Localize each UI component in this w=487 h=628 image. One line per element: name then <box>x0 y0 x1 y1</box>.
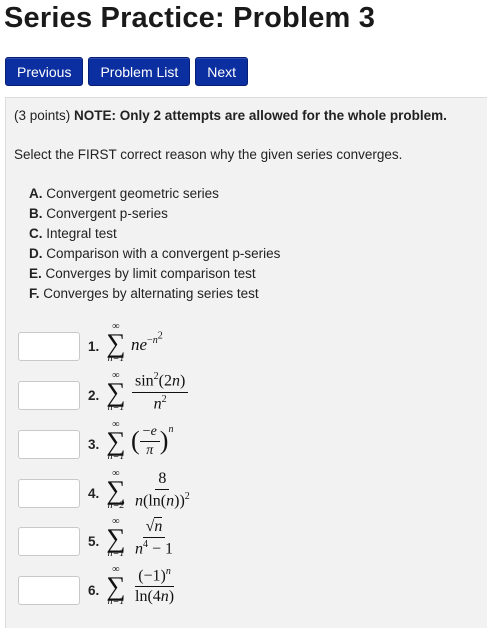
choice-text: Integral test <box>46 226 117 241</box>
series-formula-2: ∞ ∑ n=1 sin2(2n) n2 <box>104 370 189 413</box>
summation-sign: ∞ ∑ n=1 <box>106 370 126 413</box>
reason-choices: A. Convergent geometric series B. Conver… <box>29 186 280 306</box>
choice-text: Convergent p-series <box>46 206 168 221</box>
choice-text: Converges by alternating series test <box>43 286 259 301</box>
choice-f: F. Converges by alternating series test <box>29 286 280 306</box>
choice-d: D. Comparison with a convergent p-series <box>29 246 280 266</box>
answer-input-5[interactable] <box>18 527 80 556</box>
choice-letter: F. <box>29 286 40 301</box>
choice-letter: C. <box>29 226 43 241</box>
instruction-text: Select the FIRST correct reason why the … <box>14 147 403 162</box>
answer-input-1[interactable] <box>18 332 80 361</box>
summation-sign: ∞ ∑ n=1 <box>106 516 126 559</box>
series-formula-5: ∞ ∑ n=1 √n n4 − 1 <box>104 517 176 559</box>
series-formula-4: ∞ ∑ n=2 8 n(ln(n))2 <box>104 469 193 511</box>
series-number-3: 3. <box>88 437 100 452</box>
previous-button[interactable]: Previous <box>5 57 84 86</box>
choice-letter: A. <box>29 186 43 201</box>
answer-input-3[interactable] <box>18 430 80 459</box>
choice-text: Comparison with a convergent p-series <box>46 246 281 261</box>
choice-letter: E. <box>29 266 42 281</box>
choice-text: Convergent geometric series <box>46 186 219 201</box>
choice-letter: D. <box>29 246 43 261</box>
attempts-note: NOTE: Only 2 attempts are allowed for th… <box>74 108 447 123</box>
summation-sign: ∞ ∑ n=1 <box>106 419 126 462</box>
summation-sign: ∞ ∑ n=1 <box>106 321 126 364</box>
choice-letter: B. <box>29 206 43 221</box>
choice-a: A. Convergent geometric series <box>29 186 280 206</box>
choice-e: E. Converges by limit comparison test <box>29 266 280 286</box>
problem-list-button[interactable]: Problem List <box>88 57 191 86</box>
answer-input-4[interactable] <box>18 479 80 508</box>
series-formula-3: ∞ ∑ n=1 ( −e π ) n <box>104 420 173 462</box>
series-formula-6: ∞ ∑ n=1 (−1)n ln(4n) <box>104 565 177 607</box>
page-title: Series Practice: Problem 3 <box>4 2 376 34</box>
summation-sign: ∞ ∑ n=2 <box>106 468 126 511</box>
series-number-2: 2. <box>88 388 100 403</box>
series-formula-1: ∞ ∑ n=1 ne−n2 <box>104 321 162 364</box>
problem-nav: Previous Problem List Next <box>5 57 249 86</box>
next-button[interactable]: Next <box>195 57 249 86</box>
choice-c: C. Integral test <box>29 226 280 246</box>
answer-input-2[interactable] <box>18 381 80 410</box>
series-number-4: 4. <box>88 486 100 501</box>
points-note: (3 points) NOTE: Only 2 attempts are all… <box>14 108 447 123</box>
points-label: (3 points) <box>14 108 71 123</box>
series-number-5: 5. <box>88 534 100 549</box>
choice-b: B. Convergent p-series <box>29 206 280 226</box>
choice-text: Converges by limit comparison test <box>45 266 256 281</box>
series-number-6: 6. <box>88 583 100 598</box>
series-number-1: 1. <box>88 339 100 354</box>
answer-input-6[interactable] <box>18 576 80 605</box>
summation-sign: ∞ ∑ n=1 <box>106 564 126 607</box>
